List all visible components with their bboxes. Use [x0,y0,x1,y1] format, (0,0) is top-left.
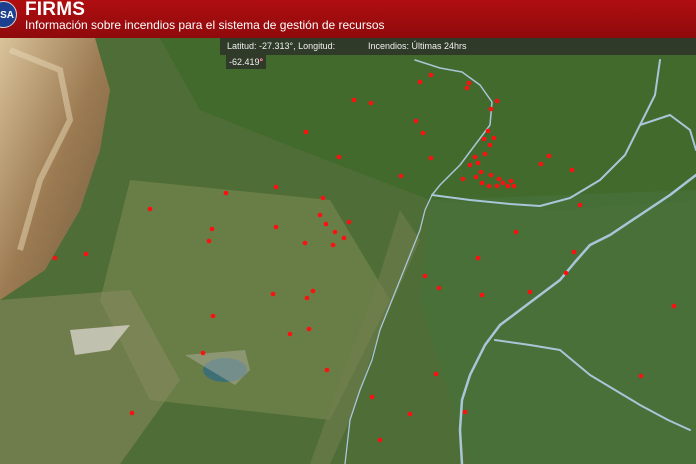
map-info-bar: Latitud: -27.313°, Longitud: -62.419° In… [220,38,696,69]
fire-point [273,184,279,190]
fire-point [369,394,375,400]
fire-point [420,130,426,136]
fire-point [638,373,644,379]
fire-point [460,176,466,182]
fire-point [481,136,487,142]
fire-point [413,118,419,124]
fire-point [473,174,479,180]
fire-point [306,326,312,332]
fire-point [310,288,316,294]
fire-point [302,240,308,246]
fire-point [287,331,293,337]
fires-time-filter[interactable]: Incendios: Últimas 24hrs [368,41,467,51]
fire-point [324,367,330,373]
coordinates-line1: Latitud: -27.313°, Longitud: [227,41,336,51]
fire-point [83,251,89,257]
fire-map[interactable] [0,38,696,464]
fire-point [206,238,212,244]
fire-point [303,129,309,135]
fire-point [323,221,329,227]
fire-point [475,255,481,261]
app-subtitle: Información sobre incendios para el sist… [25,18,385,32]
fire-point [505,183,511,189]
fire-point [479,292,485,298]
fire-point [346,219,352,225]
fire-point [273,224,279,230]
cursor-coordinates: Latitud: -27.313°, Longitud: -62.419° [220,38,360,69]
fire-point [494,98,500,104]
fire-point [486,183,492,189]
fire-point [462,409,468,415]
fire-point [494,183,500,189]
fire-point [341,235,347,241]
fire-point [304,295,310,301]
fire-point [368,100,374,106]
fire-point [478,169,484,175]
fire-point [513,229,519,235]
fire-point [538,161,544,167]
fire-point [511,183,517,189]
fire-point [475,160,481,166]
fire-point [332,229,338,235]
fire-point [488,106,494,112]
fire-point [485,128,491,134]
fire-point [464,85,470,91]
fire-point [351,97,357,103]
fire-point [147,206,153,212]
coordinates-line2: -62.419° [226,55,267,69]
fire-point [571,249,577,255]
fire-point [377,437,383,443]
fire-point [428,155,434,161]
fire-point [210,313,216,319]
fire-point [563,270,569,276]
fire-point [487,142,493,148]
fire-point [317,212,323,218]
fire-point [467,162,473,168]
fire-point [433,371,439,377]
fire-point [436,285,442,291]
fire-point [417,79,423,85]
fire-point [569,167,575,173]
fire-point [52,255,58,261]
fire-point [336,154,342,160]
fire-point [491,135,497,141]
fire-point [482,151,488,157]
fire-point [671,303,677,309]
fire-point [223,190,229,196]
fire-point [500,180,506,186]
fire-point [209,226,215,232]
fire-point [200,350,206,356]
fire-point [479,180,485,186]
app-header: SA FIRMS Información sobre incendios par… [0,0,696,38]
fire-point [407,411,413,417]
fire-point [129,410,135,416]
fire-point [472,154,478,160]
fire-point [428,72,434,78]
fire-point [398,173,404,179]
fire-point [466,80,472,86]
fire-point [496,176,502,182]
fire-point [320,195,326,201]
fire-point [577,202,583,208]
nasa-logo[interactable]: SA [0,1,17,28]
fire-point [330,242,336,248]
fire-point [488,172,494,178]
fire-point [546,153,552,159]
fire-point [527,289,533,295]
fire-point [270,291,276,297]
fire-point [508,178,514,184]
fire-point [422,273,428,279]
